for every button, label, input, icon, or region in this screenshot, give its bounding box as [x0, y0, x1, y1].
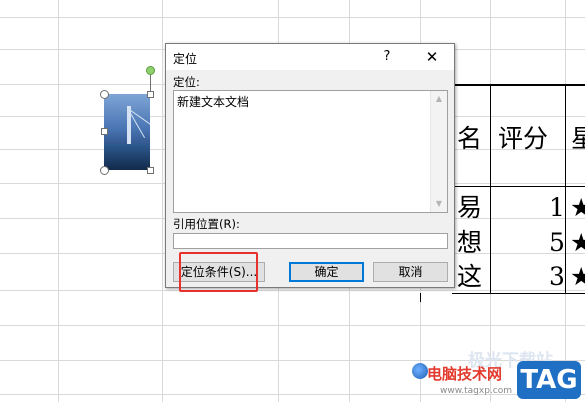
ok-button[interactable]: 确定: [289, 262, 364, 282]
list-item[interactable]: 新建文本文档: [177, 93, 249, 110]
watermark-url: www.tagxp.com: [440, 386, 512, 396]
annotation-highlight-box: [179, 252, 258, 292]
table-cell-name: 想: [457, 228, 483, 257]
resize-handle-top[interactable]: [147, 91, 154, 98]
table-cell-score: 5: [549, 228, 565, 257]
watermark-site-name: 电脑技术网: [427, 365, 503, 383]
goto-listbox[interactable]: 新建文本文档 ▲ ▼: [173, 90, 448, 213]
table-cell-star: ★: [570, 193, 585, 222]
table-header-score: 评分: [498, 124, 549, 153]
table-cell-name: 这: [457, 262, 483, 291]
resize-handle-top-left[interactable]: [100, 90, 109, 99]
table-cell-star: ★: [570, 262, 585, 291]
help-button[interactable]: ?: [377, 47, 397, 67]
table-cell-score: 3: [549, 262, 565, 291]
table-cell-name: 易: [457, 193, 483, 222]
table-cell-star: ★: [570, 228, 585, 257]
table-header-star: 星: [571, 124, 585, 153]
watermark-tag-badge: TAG: [517, 361, 581, 399]
close-button[interactable]: ✕: [418, 47, 446, 67]
cancel-button[interactable]: 取消: [373, 262, 448, 282]
reference-input[interactable]: [173, 233, 448, 249]
reference-label: 引用位置(R):: [173, 217, 240, 231]
resize-handle-bottom-left[interactable]: [100, 166, 109, 175]
goto-list-label: 定位:: [173, 75, 200, 89]
scroll-down-icon[interactable]: ▼: [431, 197, 447, 211]
selected-picture[interactable]: [104, 94, 150, 170]
dialog-titlebar: 定位 ? ✕: [166, 44, 454, 70]
dialog-title: 定位: [173, 52, 198, 66]
table-cell-score: 1: [549, 193, 565, 222]
water: [104, 144, 150, 170]
scroll-up-icon[interactable]: ▲: [431, 92, 447, 106]
table-header-name: 名: [457, 124, 483, 153]
resize-handle-bottom[interactable]: [147, 167, 154, 174]
rotate-handle[interactable]: [146, 66, 155, 75]
watermark-logo-icon: [412, 363, 428, 379]
resize-handle-left[interactable]: [101, 128, 108, 135]
listbox-scrollbar[interactable]: ▲ ▼: [430, 91, 447, 212]
